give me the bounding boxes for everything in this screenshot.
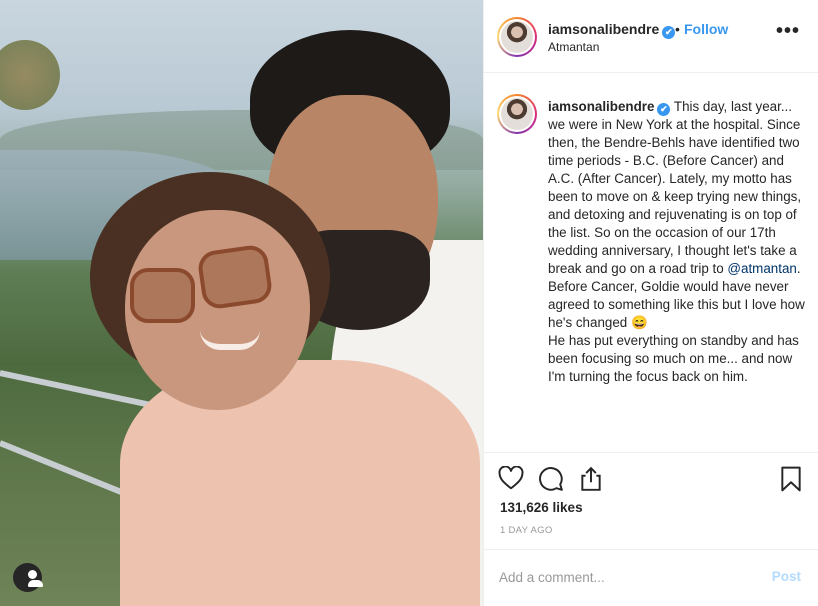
more-options-icon[interactable]: •••: [776, 21, 800, 41]
photo-railing: [0, 370, 167, 412]
post-comment-button[interactable]: Post: [772, 569, 801, 584]
likes-count[interactable]: 131,626 likes: [500, 500, 583, 515]
post-timestamp[interactable]: 1 DAY AGO: [500, 525, 553, 536]
caption-text-paragraph-2: He has put everything on standby and has…: [548, 333, 799, 384]
caption-author-avatar[interactable]: [497, 94, 537, 134]
author-avatar[interactable]: [497, 17, 537, 57]
post-side-panel: iamsonalibendre ✔ • Follow Atmantan ••• i…: [483, 0, 818, 606]
verified-badge-icon: ✔: [657, 103, 671, 116]
caption-mention-link[interactable]: @atmantan: [727, 261, 796, 276]
verified-badge-icon: ✔: [662, 26, 676, 39]
post-actions-bar: [484, 454, 818, 500]
caption-text: This day, last year... we were in New Yo…: [548, 99, 802, 276]
heart-icon[interactable]: [498, 466, 524, 490]
follow-button[interactable]: Follow: [684, 21, 728, 37]
caption-username[interactable]: iamsonalibendre ✔: [548, 99, 671, 116]
post-photo[interactable]: [0, 0, 483, 606]
post-caption: iamsonalibendre ✔ This day, last year... …: [548, 98, 806, 386]
share-icon[interactable]: [578, 466, 604, 492]
tagged-users-button[interactable]: [13, 563, 43, 592]
author-username[interactable]: iamsonalibendre ✔: [548, 21, 676, 39]
comment-form: Post: [484, 549, 818, 606]
photo-sunglasses-right: [196, 243, 274, 311]
photo-palm: [0, 40, 60, 110]
post-header: iamsonalibendre ✔ • Follow Atmantan •••: [484, 0, 818, 73]
bookmark-icon[interactable]: [780, 466, 802, 492]
header-separator: •: [675, 21, 680, 37]
caption-section: iamsonalibendre ✔ This day, last year... …: [484, 74, 818, 453]
comment-input[interactable]: [499, 566, 759, 588]
comment-bubble-icon[interactable]: [538, 466, 564, 492]
location-link[interactable]: Atmantan: [548, 40, 599, 54]
photo-sunglasses-left: [130, 268, 195, 323]
